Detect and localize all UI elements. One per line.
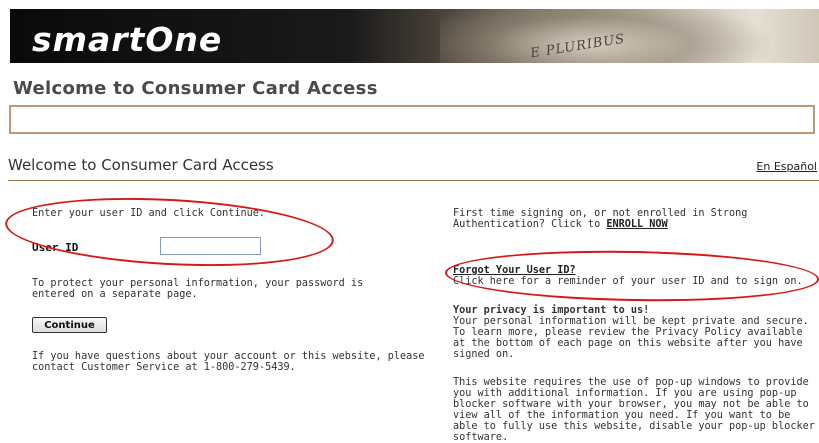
enroll-now-link[interactable]: ENROLL NOW	[606, 219, 667, 230]
login-prompt: Enter your user ID and click Continue.	[32, 208, 266, 219]
user-id-label: User ID	[32, 241, 79, 254]
header-banner: E PLURIBUS smartOne	[10, 9, 819, 63]
forgot-user-id-link[interactable]: Forgot Your User ID?	[453, 265, 818, 276]
section-title: Welcome to Consumer Card Access	[8, 156, 274, 174]
continue-button[interactable]: Continue	[32, 317, 107, 333]
customer-service-note: If you have questions about your account…	[32, 351, 425, 373]
smartone-logo: smartOne	[32, 20, 223, 59]
forgot-user-id-section: Forgot Your User ID? Click here for a re…	[453, 265, 818, 287]
privacy-heading: Your privacy is important to us!	[453, 305, 650, 316]
forgot-user-id-text: Click here for a reminder of your user I…	[453, 276, 803, 287]
page-title: Welcome to Consumer Card Access	[13, 78, 378, 99]
privacy-text: Your personal information will be kept p…	[453, 316, 809, 360]
privacy-section: Your privacy is important to us! Your pe…	[453, 305, 818, 360]
user-id-input[interactable]	[160, 237, 261, 255]
annotation-circle-user-id	[3, 190, 336, 274]
section-divider	[8, 180, 819, 181]
spanish-language-link[interactable]: En Español	[756, 160, 817, 173]
popup-notice: This website requires the use of pop-up …	[453, 377, 815, 443]
password-note: To protect your personal information, yo…	[32, 278, 364, 300]
message-box	[9, 105, 815, 134]
enroll-text: First time signing on, or not enrolled i…	[453, 208, 748, 230]
enroll-section: First time signing on, or not enrolled i…	[453, 208, 818, 230]
